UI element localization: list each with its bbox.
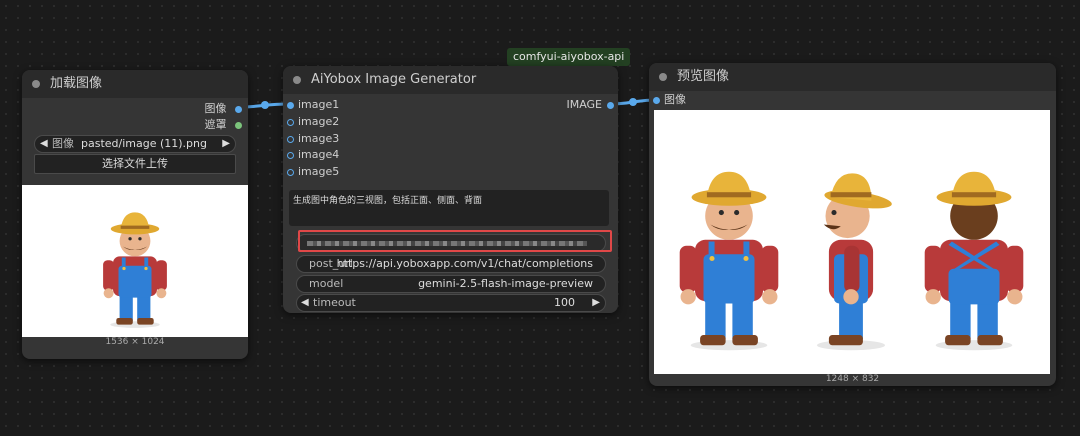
post-url-widget[interactable]: post_url https://api.yoboxapp.com/v1/cha… xyxy=(296,255,606,273)
output-image-dot[interactable] xyxy=(235,105,242,113)
arrow-right-icon[interactable]: ▶ xyxy=(592,295,600,311)
input-dot-icon[interactable] xyxy=(287,135,294,143)
input-image1[interactable]: image1 xyxy=(287,97,339,113)
generator-title[interactable]: AiYobox Image Generator xyxy=(283,66,618,94)
arrow-right-icon[interactable]: ▶ xyxy=(222,136,230,152)
three-view-image xyxy=(679,171,1024,351)
output-mask-dot[interactable] xyxy=(235,121,242,129)
loaded-image-preview xyxy=(22,185,248,337)
generator-node[interactable]: AiYobox Image Generator image1 image2 im… xyxy=(283,66,618,313)
arrow-left-icon[interactable]: ◀ xyxy=(40,136,48,152)
image-select-widget[interactable]: ◀ 图像 pasted/image (11).png ▶ xyxy=(34,135,236,153)
upload-button[interactable]: 选择文件上传 xyxy=(34,154,236,174)
input-dot-icon[interactable] xyxy=(287,101,294,109)
input-dot-icon[interactable] xyxy=(287,151,294,159)
collapse-dot-icon[interactable] xyxy=(32,80,40,88)
input-dot-icon[interactable] xyxy=(287,118,294,126)
load-image-node[interactable]: 加载图像 图像 遮罩 ◀ 图像 pasted/image (11).png ▶ … xyxy=(22,70,248,359)
output-mask[interactable]: 遮罩 xyxy=(205,117,242,133)
output-image[interactable]: IMAGE xyxy=(566,97,614,113)
group-tag: comfyui-aiyobox-api xyxy=(507,48,631,66)
input-dot-icon[interactable] xyxy=(653,96,660,104)
highlight-box xyxy=(298,230,612,252)
input-image3[interactable]: image3 xyxy=(287,131,339,147)
load-image-dimensions: 1536 × 1024 xyxy=(105,337,165,347)
preview-dimensions: 1248 × 832 xyxy=(825,374,880,384)
input-image4[interactable]: image4 xyxy=(287,147,339,163)
farmer-character-image xyxy=(103,212,167,328)
collapse-dot-icon[interactable] xyxy=(293,76,301,84)
input-dot-icon[interactable] xyxy=(287,168,294,176)
prompt-textarea[interactable]: 生成图中角色的三视图，包括正面、侧面、背面 xyxy=(289,190,609,226)
load-image-title[interactable]: 加载图像 xyxy=(22,70,248,98)
model-widget[interactable]: model gemini-2.5-flash-image-preview xyxy=(296,275,606,293)
preview-image xyxy=(654,110,1050,374)
timeout-widget[interactable]: ◀ timeout 100 ▶ xyxy=(296,294,606,312)
preview-title[interactable]: 预览图像 xyxy=(649,63,1056,91)
output-dot-icon[interactable] xyxy=(607,101,614,109)
arrow-left-icon[interactable]: ◀ xyxy=(301,295,309,311)
input-image5[interactable]: image5 xyxy=(287,164,339,180)
collapse-dot-icon[interactable] xyxy=(659,73,667,81)
input-image[interactable]: 图像 xyxy=(653,92,686,108)
preview-node[interactable]: 预览图像 图像 1248 × 832 xyxy=(649,63,1056,386)
output-image[interactable]: 图像 xyxy=(205,101,242,117)
input-image2[interactable]: image2 xyxy=(287,114,339,130)
